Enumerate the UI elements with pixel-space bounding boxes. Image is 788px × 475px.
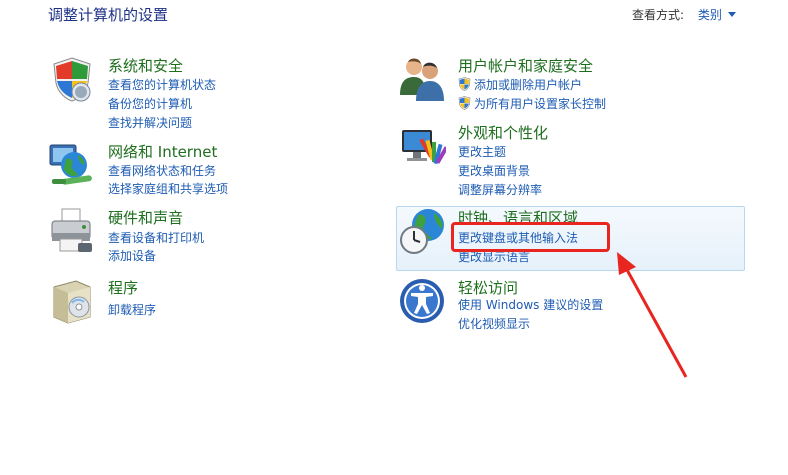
link-parental-controls[interactable]: 为所有用户设置家长控制 [458,95,606,112]
link-optimize-visual-display[interactable]: 优化视频显示 [458,315,530,332]
category-heading-programs[interactable]: 程序 [108,277,138,298]
link-troubleshoot[interactable]: 查找并解决问题 [108,114,192,131]
link-adjust-resolution[interactable]: 调整屏幕分辨率 [458,181,542,198]
link-windows-recommended-settings[interactable]: 使用 Windows 建议的设置 [458,296,603,313]
link-change-theme[interactable]: 更改主题 [458,143,506,160]
highlight-rectangle [451,222,610,252]
category-heading-ease-of-access[interactable]: 轻松访问 [458,277,518,298]
category-heading-hardware-sound[interactable]: 硬件和声音 [108,207,183,228]
monitor-palette-icon[interactable] [398,122,446,170]
category-heading-system-security[interactable]: 系统和安全 [108,55,183,76]
view-by: 查看方式: 类别 [632,6,736,23]
ease-of-access-icon[interactable] [398,277,446,325]
view-by-dropdown[interactable]: 类别 [698,8,736,22]
page-title: 调整计算机的设置 [48,6,169,24]
link-devices-printers[interactable]: 查看设备和打印机 [108,229,204,246]
category-heading-appearance[interactable]: 外观和个性化 [458,122,548,143]
category-heading-network-internet[interactable]: 网络和 Internet [108,141,217,162]
link-add-device[interactable]: 添加设备 [108,247,156,264]
uac-shield-icon [458,77,471,91]
link-backup-computer[interactable]: 备份您的计算机 [108,95,192,112]
link-homegroup-sharing[interactable]: 选择家庭组和共享选项 [108,180,228,197]
link-uninstall-program[interactable]: 卸载程序 [108,301,156,318]
link-network-status[interactable]: 查看网络状态和任务 [108,162,216,179]
users-icon[interactable] [398,55,446,103]
link-view-computer-status[interactable]: 查看您的计算机状态 [108,76,216,93]
view-by-value[interactable]: 类别 [698,8,722,22]
view-by-label: 查看方式: [632,8,685,22]
link-text-add-remove-accounts[interactable]: 添加或删除用户帐户 [474,78,582,92]
category-heading-user-accounts[interactable]: 用户帐户和家庭安全 [458,55,593,76]
uac-shield-icon [458,96,471,110]
link-add-remove-accounts[interactable]: 添加或删除用户帐户 [458,76,582,93]
link-change-desktop-background[interactable]: 更改桌面背景 [458,162,530,179]
link-text-parental-controls[interactable]: 为所有用户设置家长控制 [474,97,606,111]
clock-globe-icon[interactable] [398,207,446,255]
printer-icon[interactable] [48,207,96,255]
chevron-down-icon[interactable] [727,12,736,17]
network-globe-icon[interactable] [48,141,96,189]
programs-box-icon[interactable] [48,277,96,325]
shield-security-icon[interactable] [48,55,96,103]
